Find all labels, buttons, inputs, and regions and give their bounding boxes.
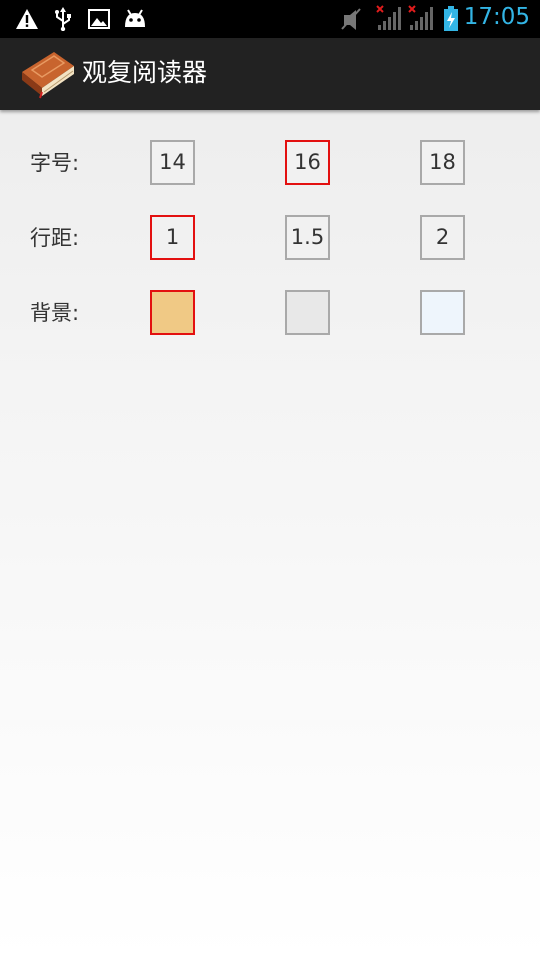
font-size-label: 字号: xyxy=(30,151,80,175)
warning-icon xyxy=(16,9,38,29)
action-bar: 观复阅读器 xyxy=(0,38,540,110)
font-size-option-16[interactable]: 16 xyxy=(285,140,330,185)
line-spacing-label: 行距: xyxy=(30,226,80,250)
battery-charging-icon xyxy=(444,6,458,31)
background-row: 背景: xyxy=(0,290,540,336)
android-icon xyxy=(125,9,145,27)
background-swatch-light-blue[interactable] xyxy=(420,290,465,335)
image-icon xyxy=(88,9,110,29)
line-spacing-option-2[interactable]: 2 xyxy=(420,215,465,260)
font-size-option-18[interactable]: 18 xyxy=(420,140,465,185)
status-bar: 17:05 xyxy=(0,0,540,38)
clock: 17:05 xyxy=(463,4,530,30)
mute-icon xyxy=(341,8,361,30)
line-spacing-option-1[interactable]: 1 xyxy=(150,215,195,260)
signal-no-sim-icon xyxy=(408,5,433,30)
line-spacing-option-1-5[interactable]: 1.5 xyxy=(285,215,330,260)
font-size-row: 字号: 14 16 18 xyxy=(0,140,540,186)
font-size-option-14[interactable]: 14 xyxy=(150,140,195,185)
usb-icon xyxy=(55,7,71,31)
background-swatch-tan[interactable] xyxy=(150,290,195,335)
app-title: 观复阅读器 xyxy=(82,58,208,87)
signal-no-sim-icon xyxy=(376,5,401,30)
book-icon[interactable] xyxy=(20,48,76,100)
background-swatch-gray[interactable] xyxy=(285,290,330,335)
background-label: 背景: xyxy=(30,301,80,325)
line-spacing-row: 行距: 1 1.5 2 xyxy=(0,215,540,261)
